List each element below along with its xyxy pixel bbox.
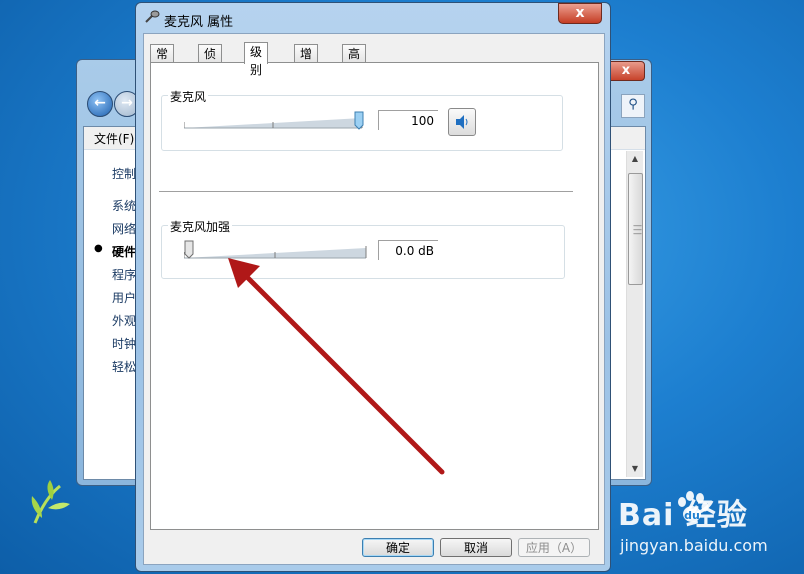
- mute-toggle-button[interactable]: [448, 108, 476, 136]
- dialog-close-button[interactable]: x: [558, 3, 602, 24]
- scroll-thumb[interactable]: — — —: [628, 173, 643, 285]
- microphone-icon: [145, 10, 160, 23]
- tab-enhancements[interactable]: 增强: [294, 44, 319, 79]
- tab-advanced[interactable]: 高级: [342, 44, 367, 79]
- microphone-properties-dialog: 麦克风 属性 x 常规 侦听 级别 增强 高级 麦克风: [135, 2, 611, 572]
- apply-button[interactable]: 应用（A）: [518, 538, 590, 557]
- cancel-button[interactable]: 取消: [440, 538, 512, 557]
- ok-button[interactable]: 确定: [362, 538, 434, 557]
- watermark-url: jingyan.baidu.com: [620, 536, 768, 555]
- microphone-level-label: 麦克风: [168, 88, 209, 105]
- microphone-slider-thumb[interactable]: [354, 111, 364, 130]
- microphone-boost-value[interactable]: 0.0 dB: [378, 240, 438, 260]
- baidu-watermark: Bai 经验 du jingyan.baidu.com: [618, 490, 798, 570]
- speaker-icon: [456, 115, 468, 129]
- dialog-body: 常规 侦听 级别 增强 高级 麦克风 100: [143, 33, 605, 565]
- nav-item-system[interactable]: 系统: [112, 197, 136, 214]
- menu-file[interactable]: 文件(F): [94, 130, 134, 147]
- dialog-title: 麦克风 属性: [164, 15, 234, 30]
- microphone-boost-label: 麦克风加强: [168, 218, 233, 235]
- tab-levels[interactable]: 级别: [244, 42, 269, 77]
- tab-general[interactable]: 常规: [150, 44, 175, 79]
- nav-item-hardware[interactable]: 硬件: [112, 243, 136, 260]
- search-icon: ⚲: [628, 97, 638, 112]
- separator: [159, 191, 573, 193]
- nav-item-appearance[interactable]: 外观: [112, 312, 136, 329]
- nav-item-ease[interactable]: 轻松: [112, 358, 136, 375]
- levels-tab-panel: 麦克风 100 麦克风加强 0.0 dB: [150, 62, 599, 530]
- nav-item-programs[interactable]: 程序: [112, 266, 136, 283]
- tab-listen[interactable]: 侦听: [198, 44, 223, 79]
- microphone-boost-slider[interactable]: [184, 236, 368, 260]
- boost-slider-thumb[interactable]: [184, 240, 194, 259]
- paw-logo-icon: du: [678, 491, 709, 522]
- arrow-left-icon: ←: [94, 95, 106, 111]
- microphone-level-slider[interactable]: [184, 106, 364, 130]
- microphone-level-group: 麦克风 100: [161, 88, 563, 151]
- nav-item-users[interactable]: 用户: [112, 289, 136, 306]
- scroll-up-icon[interactable]: ▲: [627, 151, 643, 167]
- nav-item-network[interactable]: 网络: [112, 220, 136, 237]
- vertical-scrollbar[interactable]: ▲ — — — ▼: [626, 151, 643, 477]
- microphone-level-value[interactable]: 100: [378, 110, 438, 130]
- search-button[interactable]: ⚲: [621, 94, 645, 118]
- nav-item-control[interactable]: 控制: [112, 165, 136, 182]
- microphone-boost-group: 麦克风加强 0.0 dB: [161, 218, 565, 279]
- control-panel-close-button[interactable]: x: [607, 61, 645, 81]
- scroll-down-icon[interactable]: ▼: [627, 461, 643, 477]
- nav-item-clock[interactable]: 时钟: [112, 335, 136, 352]
- svg-text:du: du: [684, 509, 700, 522]
- back-button[interactable]: ←: [87, 91, 113, 117]
- grip-icon: — — —: [633, 221, 642, 239]
- active-bullet-icon: ●: [94, 243, 103, 254]
